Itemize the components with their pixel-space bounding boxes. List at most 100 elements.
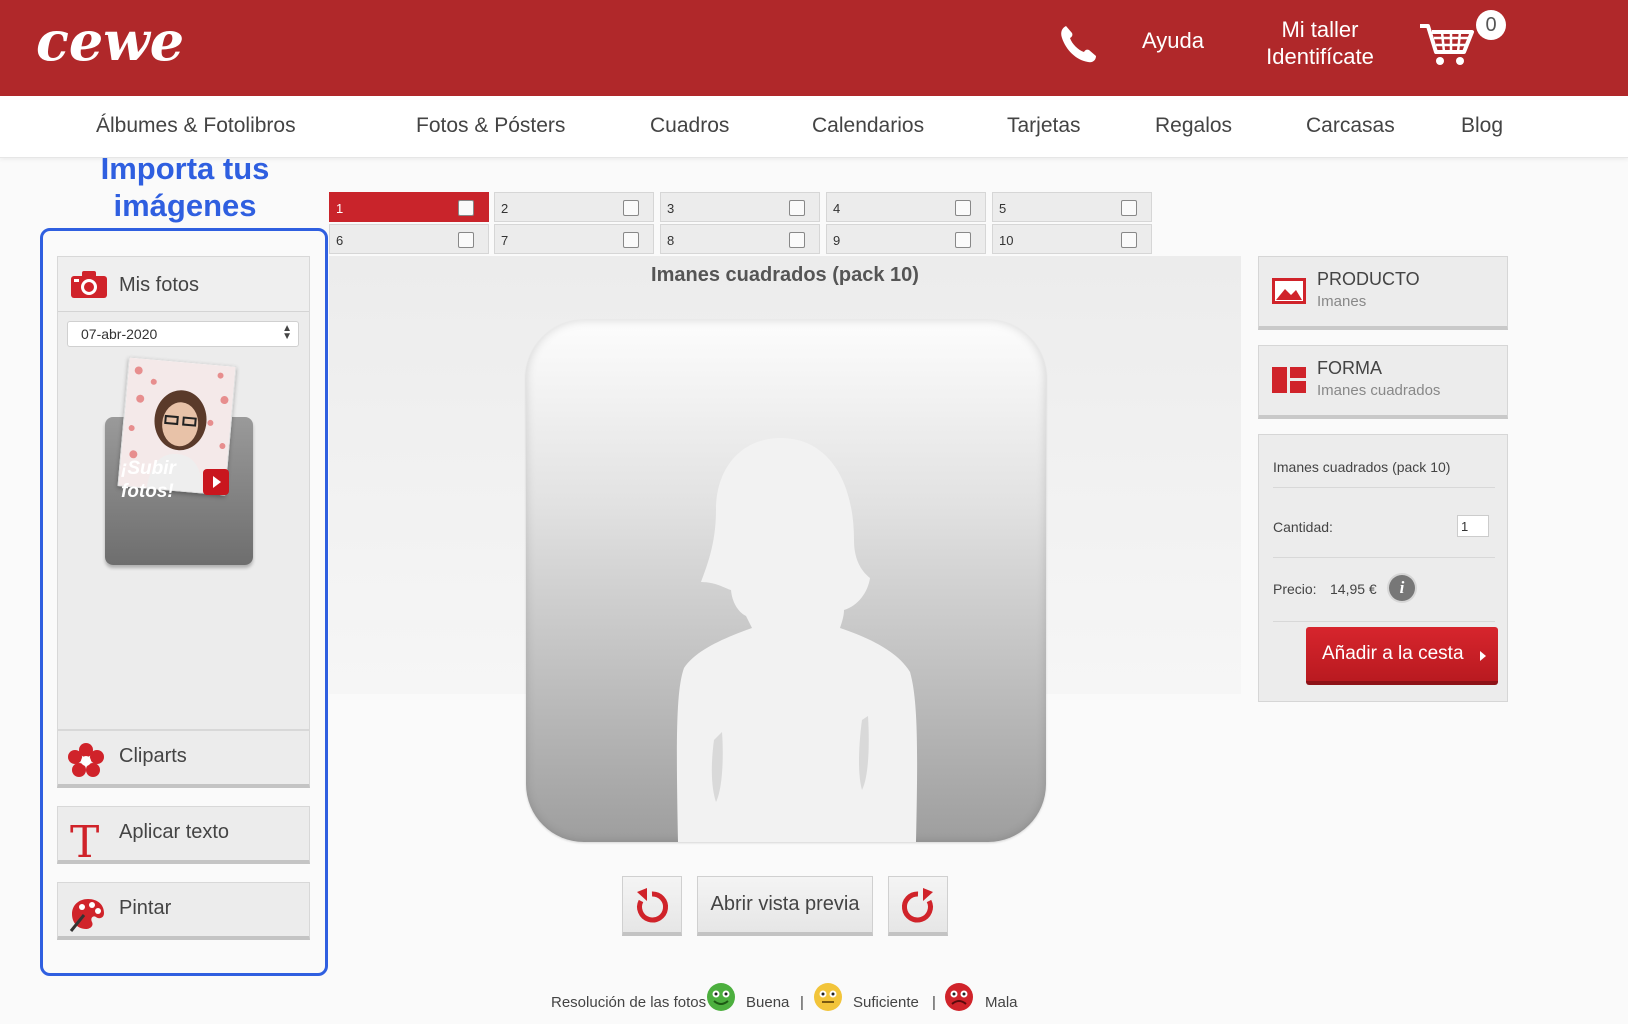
phone-icon[interactable] (1058, 22, 1098, 64)
page-checkbox[interactable] (458, 200, 474, 216)
upload-line2: fotos! (121, 481, 174, 502)
page-tab-number: 1 (336, 201, 344, 216)
upload-photos-button[interactable]: ¡Subir fotos! (105, 356, 253, 565)
page-tab-6[interactable]: 6 (329, 224, 489, 254)
my-photos-header[interactable]: Mis fotos (58, 257, 309, 312)
page-tab-1[interactable]: 1 (329, 192, 489, 222)
page-tab-number: 6 (336, 233, 344, 248)
shape-value: Imanes cuadrados (1317, 382, 1441, 399)
price-label: Precio: (1273, 581, 1317, 597)
date-select[interactable]: 07-abr-2020 ▲ ▼ (67, 321, 299, 347)
rotate-right-button[interactable] (888, 876, 948, 936)
annotation-title: Importa tus imágenes (70, 150, 300, 224)
layout-icon (1272, 367, 1306, 393)
page-checkbox[interactable] (1121, 232, 1137, 248)
page-checkbox[interactable] (789, 200, 805, 216)
product-label: PRODUCTO (1317, 269, 1420, 289)
nav-item-cases[interactable]: Carcasas (1306, 114, 1395, 138)
cliparts-label: Cliparts (119, 745, 187, 767)
text-t-icon: T (70, 819, 99, 859)
nav-item-albums[interactable]: Álbumes & Fotolibros (96, 114, 296, 138)
page-tab-7[interactable]: 7 (494, 224, 654, 254)
ok-smiley-icon (814, 983, 842, 1011)
product-title: Imanes cuadrados (pack 10) (651, 264, 919, 286)
rotate-left-button[interactable] (622, 876, 682, 936)
ok-label: Suficiente (853, 994, 919, 1011)
page-tab-number: 2 (501, 201, 509, 216)
apply-text-button[interactable]: T Aplicar texto (57, 806, 310, 864)
svg-text:T: T (70, 819, 99, 859)
page-tab-number: 10 (999, 233, 1014, 248)
page-checkbox[interactable] (955, 200, 971, 216)
product-selector[interactable]: PRODUCTO Imanes (1258, 256, 1508, 330)
good-label: Buena (746, 994, 790, 1011)
page-tab-number: 5 (999, 201, 1007, 216)
bad-smiley-icon (945, 983, 973, 1011)
nav-item-calendars[interactable]: Calendarios (812, 114, 924, 138)
flower-icon (68, 743, 104, 777)
annotation-line2: imágenes (113, 188, 257, 223)
page-tab-number: 8 (667, 233, 675, 248)
page-tab-3[interactable]: 3 (660, 192, 820, 222)
bad-label: Mala (985, 994, 1018, 1011)
page-checkbox[interactable] (789, 232, 805, 248)
select-arrows-icon: ▲ ▼ (282, 323, 292, 342)
page-tab-5[interactable]: 5 (992, 192, 1152, 222)
order-box: Imanes cuadrados (pack 10) Cantidad: Pre… (1258, 434, 1508, 702)
cliparts-button[interactable]: Cliparts (57, 730, 310, 788)
logo-text: cewe (36, 14, 184, 73)
info-icon[interactable]: i (1389, 575, 1415, 601)
divider (1273, 621, 1495, 622)
rotate-left-icon (637, 888, 669, 923)
person-silhouette-placeholder (676, 438, 918, 842)
page-tab-4[interactable]: 4 (826, 192, 986, 222)
page-checkbox[interactable] (623, 232, 639, 248)
image-icon (1272, 278, 1306, 304)
page-tab-number: 4 (833, 201, 841, 216)
divider (1273, 487, 1495, 488)
product-value: Imanes (1317, 293, 1367, 310)
nav-item-photos-posters[interactable]: Fotos & Pósters (416, 114, 565, 138)
magnet-photo-frame[interactable] (526, 320, 1046, 842)
page-checkbox[interactable] (1121, 200, 1137, 216)
account-line1: Mi taller (1281, 17, 1359, 42)
page-checkbox[interactable] (955, 232, 971, 248)
legend-separator: | (932, 994, 936, 1011)
cart-icon[interactable] (1418, 18, 1478, 68)
nav-item-cards[interactable]: Tarjetas (1007, 114, 1081, 138)
account-link[interactable]: Mi taller Identifícate (1260, 16, 1380, 70)
nav-item-blog[interactable]: Blog (1461, 114, 1503, 138)
cewe-logo[interactable]: cewe (36, 14, 216, 74)
add-to-cart-label: Añadir a la cesta (1322, 643, 1464, 664)
arrow-right-icon (1480, 651, 1486, 661)
page-checkbox[interactable] (623, 200, 639, 216)
open-preview-button[interactable]: Abrir vista previa (697, 876, 873, 936)
paint-button[interactable]: Pintar (57, 882, 310, 940)
help-link[interactable]: Ayuda (1142, 28, 1204, 54)
account-line2: Identifícate (1266, 44, 1374, 69)
page-tab-2[interactable]: 2 (494, 192, 654, 222)
cart-count-badge: 0 (1476, 10, 1506, 40)
page-tab-10[interactable]: 10 (992, 224, 1152, 254)
quantity-label: Cantidad: (1273, 519, 1333, 535)
quantity-input[interactable] (1457, 515, 1489, 537)
shape-selector[interactable]: FORMA Imanes cuadrados (1258, 345, 1508, 419)
page-tab-number: 3 (667, 201, 675, 216)
page-tab-number: 7 (501, 233, 509, 248)
page-tab-number: 9 (833, 233, 841, 248)
top-header: cewe Ayuda Mi taller Identifícate 0 (0, 0, 1628, 96)
camera-icon (71, 271, 107, 298)
page-tab-9[interactable]: 9 (826, 224, 986, 254)
my-photos-label: Mis fotos (119, 274, 200, 296)
nav-item-frames[interactable]: Cuadros (650, 114, 729, 138)
divider (1273, 557, 1495, 558)
good-smiley-icon (707, 983, 735, 1011)
my-photos-panel: Mis fotos 07-abr-2020 ▲ ▼ ¡Subir fotos! (57, 256, 310, 730)
add-to-cart-button[interactable]: Añadir a la cesta (1306, 627, 1498, 685)
open-preview-label: Abrir vista previa (710, 893, 860, 915)
apply-text-label: Aplicar texto (119, 821, 230, 843)
date-select-value: 07-abr-2020 (81, 326, 158, 342)
page-tab-8[interactable]: 8 (660, 224, 820, 254)
page-checkbox[interactable] (458, 232, 474, 248)
nav-item-gifts[interactable]: Regalos (1155, 114, 1232, 138)
